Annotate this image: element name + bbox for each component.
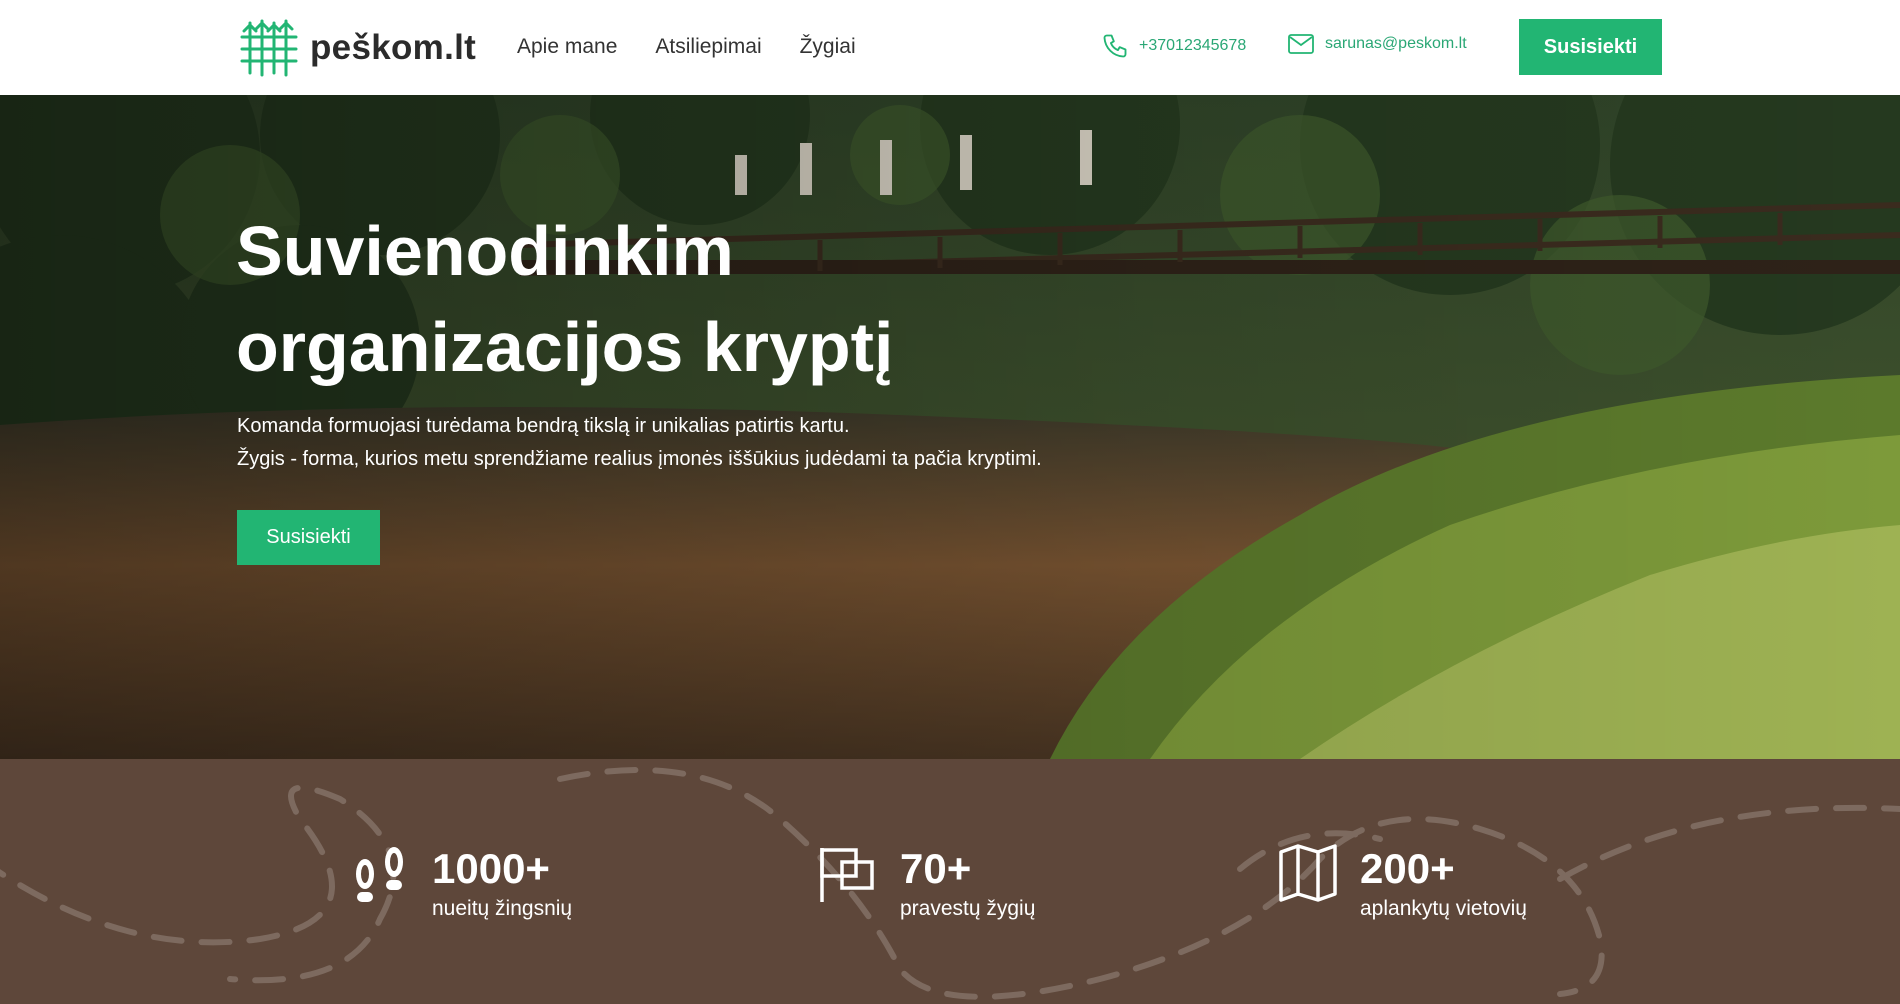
- email-address: sarunas@peskom.lt: [1325, 35, 1467, 52]
- phone-icon: [1103, 34, 1127, 58]
- hero-contact-button[interactable]: Susisiekti: [237, 510, 380, 565]
- nav-item-zygiai[interactable]: Žygiai: [800, 35, 856, 59]
- stat-hikes: 70+ pravestų žygių: [818, 844, 1035, 924]
- main-nav: Apie mane Atsiliepimai Žygiai: [517, 35, 856, 59]
- email-link[interactable]: sarunas@peskom.lt: [1287, 32, 1467, 56]
- nav-item-atsiliepimai[interactable]: Atsiliepimai: [655, 35, 761, 59]
- stat-places-value: 200+: [1360, 845, 1455, 892]
- site-header: peškom.lt Apie mane Atsiliepimai Žygiai …: [0, 0, 1900, 95]
- header-contact-button[interactable]: Susisiekti: [1519, 19, 1662, 75]
- landing-page: peškom.lt Apie mane Atsiliepimai Žygiai …: [0, 0, 1900, 1004]
- hero-text-line-2: Žygis - forma, kurios metu sprendžiame r…: [237, 448, 1042, 470]
- nav-item-apie-mane[interactable]: Apie mane: [517, 35, 617, 59]
- stat-places: 200+ aplankytų vietovių: [1278, 844, 1527, 924]
- logo[interactable]: peškom.lt: [240, 18, 476, 78]
- hero-text-line-1: Komanda formuojasi turėdama bendrą tiksl…: [237, 415, 850, 437]
- stat-places-label: aplankytų vietovių: [1360, 897, 1527, 920]
- mail-icon: [1288, 34, 1314, 54]
- hero-section: Suvienodinkim organizacijos kryptį Koman…: [0, 95, 1900, 759]
- stat-steps-label: nueitų žingsnių: [432, 897, 573, 920]
- footprints-icon: [356, 847, 403, 902]
- stat-hikes-label: pravestų žygių: [900, 897, 1036, 920]
- phone-link[interactable]: +37012345678: [1101, 32, 1246, 60]
- flag-icon: [820, 848, 874, 902]
- stats-section: 1000+ nueitų žingsnių 70+ pravestų žygių: [0, 759, 1900, 1004]
- phone-number: +37012345678: [1139, 37, 1247, 54]
- map-icon: [1279, 844, 1337, 902]
- forest-logo-icon: [240, 19, 298, 77]
- stat-hikes-value: 70+: [900, 845, 972, 892]
- hero-title-line-1: Suvienodinkim: [236, 212, 734, 290]
- hero-title: Suvienodinkim organizacijos kryptį: [236, 203, 1136, 395]
- hero-title-line-2: organizacijos kryptį: [236, 308, 894, 386]
- logo-text: peškom.lt: [310, 28, 477, 67]
- stat-steps: 1000+ nueitų žingsnių: [350, 844, 572, 924]
- hero-description: Komanda formuojasi turėdama bendrą tiksl…: [237, 410, 1042, 476]
- stat-steps-value: 1000+: [432, 845, 550, 892]
